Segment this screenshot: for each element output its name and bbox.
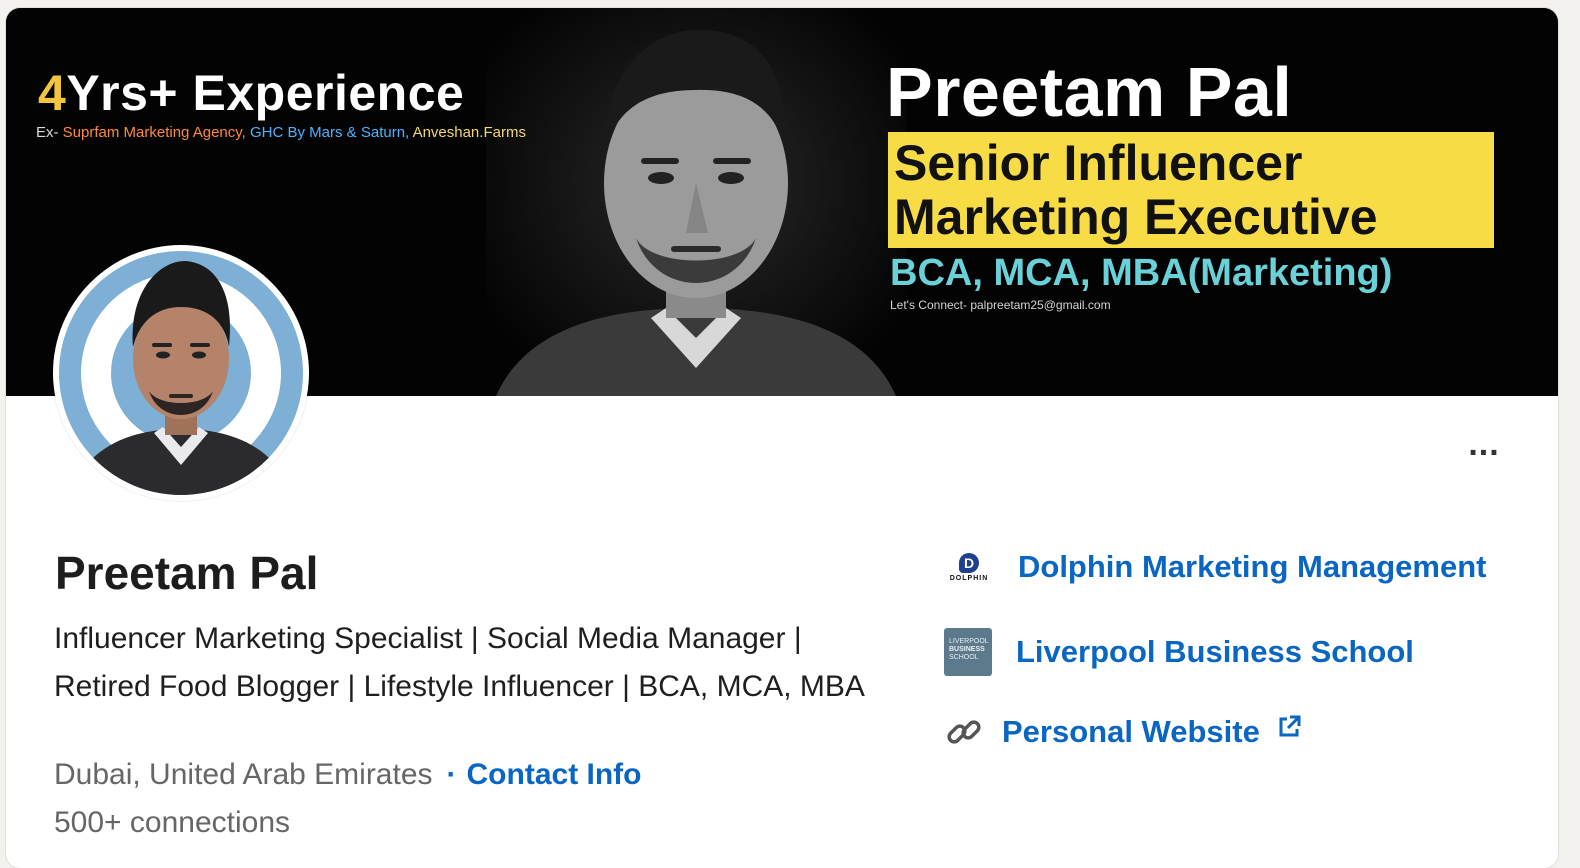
school-logo-line-1: LIVERPOOL xyxy=(949,638,989,645)
education-link[interactable]: Liverpool Business School xyxy=(1016,634,1414,670)
current-company-link[interactable]: Dolphin Marketing Management xyxy=(1018,549,1486,585)
banner-connect-line: Let's Connect- palpreetam25@gmail.com xyxy=(890,298,1111,312)
ex-companies-line: Ex- Suprfam Marketing Agency, GHC By Mar… xyxy=(36,124,526,141)
school-logo-line-2: BUSINESS xyxy=(949,646,985,653)
experience-heading: 4Yrs+ Experience xyxy=(38,64,464,122)
separator-dot: · xyxy=(446,758,457,791)
education-row[interactable]: LIVERPOOL BUSINESS SCHOOL Liverpool Busi… xyxy=(944,628,1414,676)
profile-avatar[interactable] xyxy=(53,245,309,501)
banner-portrait-image xyxy=(486,8,906,396)
profile-headline: Influencer Marketing Specialist | Social… xyxy=(54,622,865,703)
location-row: Dubai, United Arab Emirates · Contact Info xyxy=(54,758,642,792)
dolphin-logo: D DOLPHIN xyxy=(944,542,994,592)
dolphin-logo-mark: D xyxy=(959,552,979,573)
banner-degrees: BCA, MCA, MBA(Marketing) xyxy=(890,252,1393,294)
banner-title-box: Senior Influencer Marketing Executive xyxy=(888,132,1494,248)
profile-name: Preetam Pal xyxy=(55,547,319,599)
website-row[interactable]: Personal Website xyxy=(944,712,1302,752)
experience-label: Yrs+ Experience xyxy=(66,65,465,121)
external-link-icon xyxy=(1279,715,1301,737)
ex-label: Ex- xyxy=(36,124,59,141)
liverpool-business-school-logo: LIVERPOOL BUSINESS SCHOOL xyxy=(944,628,992,676)
banner-name: Preetam Pal xyxy=(886,53,1293,131)
profile-card: 4Yrs+ Experience Ex- Suprfam Marketing A… xyxy=(6,8,1558,868)
personal-website-link[interactable]: Personal Website xyxy=(1002,714,1260,750)
profile-location: Dubai, United Arab Emirates xyxy=(54,758,433,791)
ellipsis-icon: ... xyxy=(1468,425,1500,463)
dolphin-logo-word: DOLPHIN xyxy=(949,574,989,582)
contact-info-link[interactable]: Contact Info xyxy=(467,758,642,791)
link-chain-icon xyxy=(947,720,981,744)
ex-company-3: Anveshan.Farms xyxy=(412,124,526,141)
ex-company-1: Suprfam Marketing Agency, xyxy=(62,124,246,141)
avatar-photo xyxy=(59,251,303,495)
current-company-row[interactable]: D DOLPHIN Dolphin Marketing Management xyxy=(944,542,1487,592)
connections-count[interactable]: 500+ connections xyxy=(54,806,290,840)
more-actions-button[interactable]: ... xyxy=(1460,425,1508,463)
school-logo-line-3: SCHOOL xyxy=(949,654,979,661)
banner-title: Senior Influencer Marketing Executive xyxy=(894,136,1378,244)
banner-title-line-1: Senior Influencer xyxy=(894,135,1303,191)
ex-company-2: GHC By Mars & Saturn, xyxy=(250,124,410,141)
experience-years-number: 4 xyxy=(38,65,67,121)
banner-title-line-2: Marketing Executive xyxy=(894,189,1378,245)
